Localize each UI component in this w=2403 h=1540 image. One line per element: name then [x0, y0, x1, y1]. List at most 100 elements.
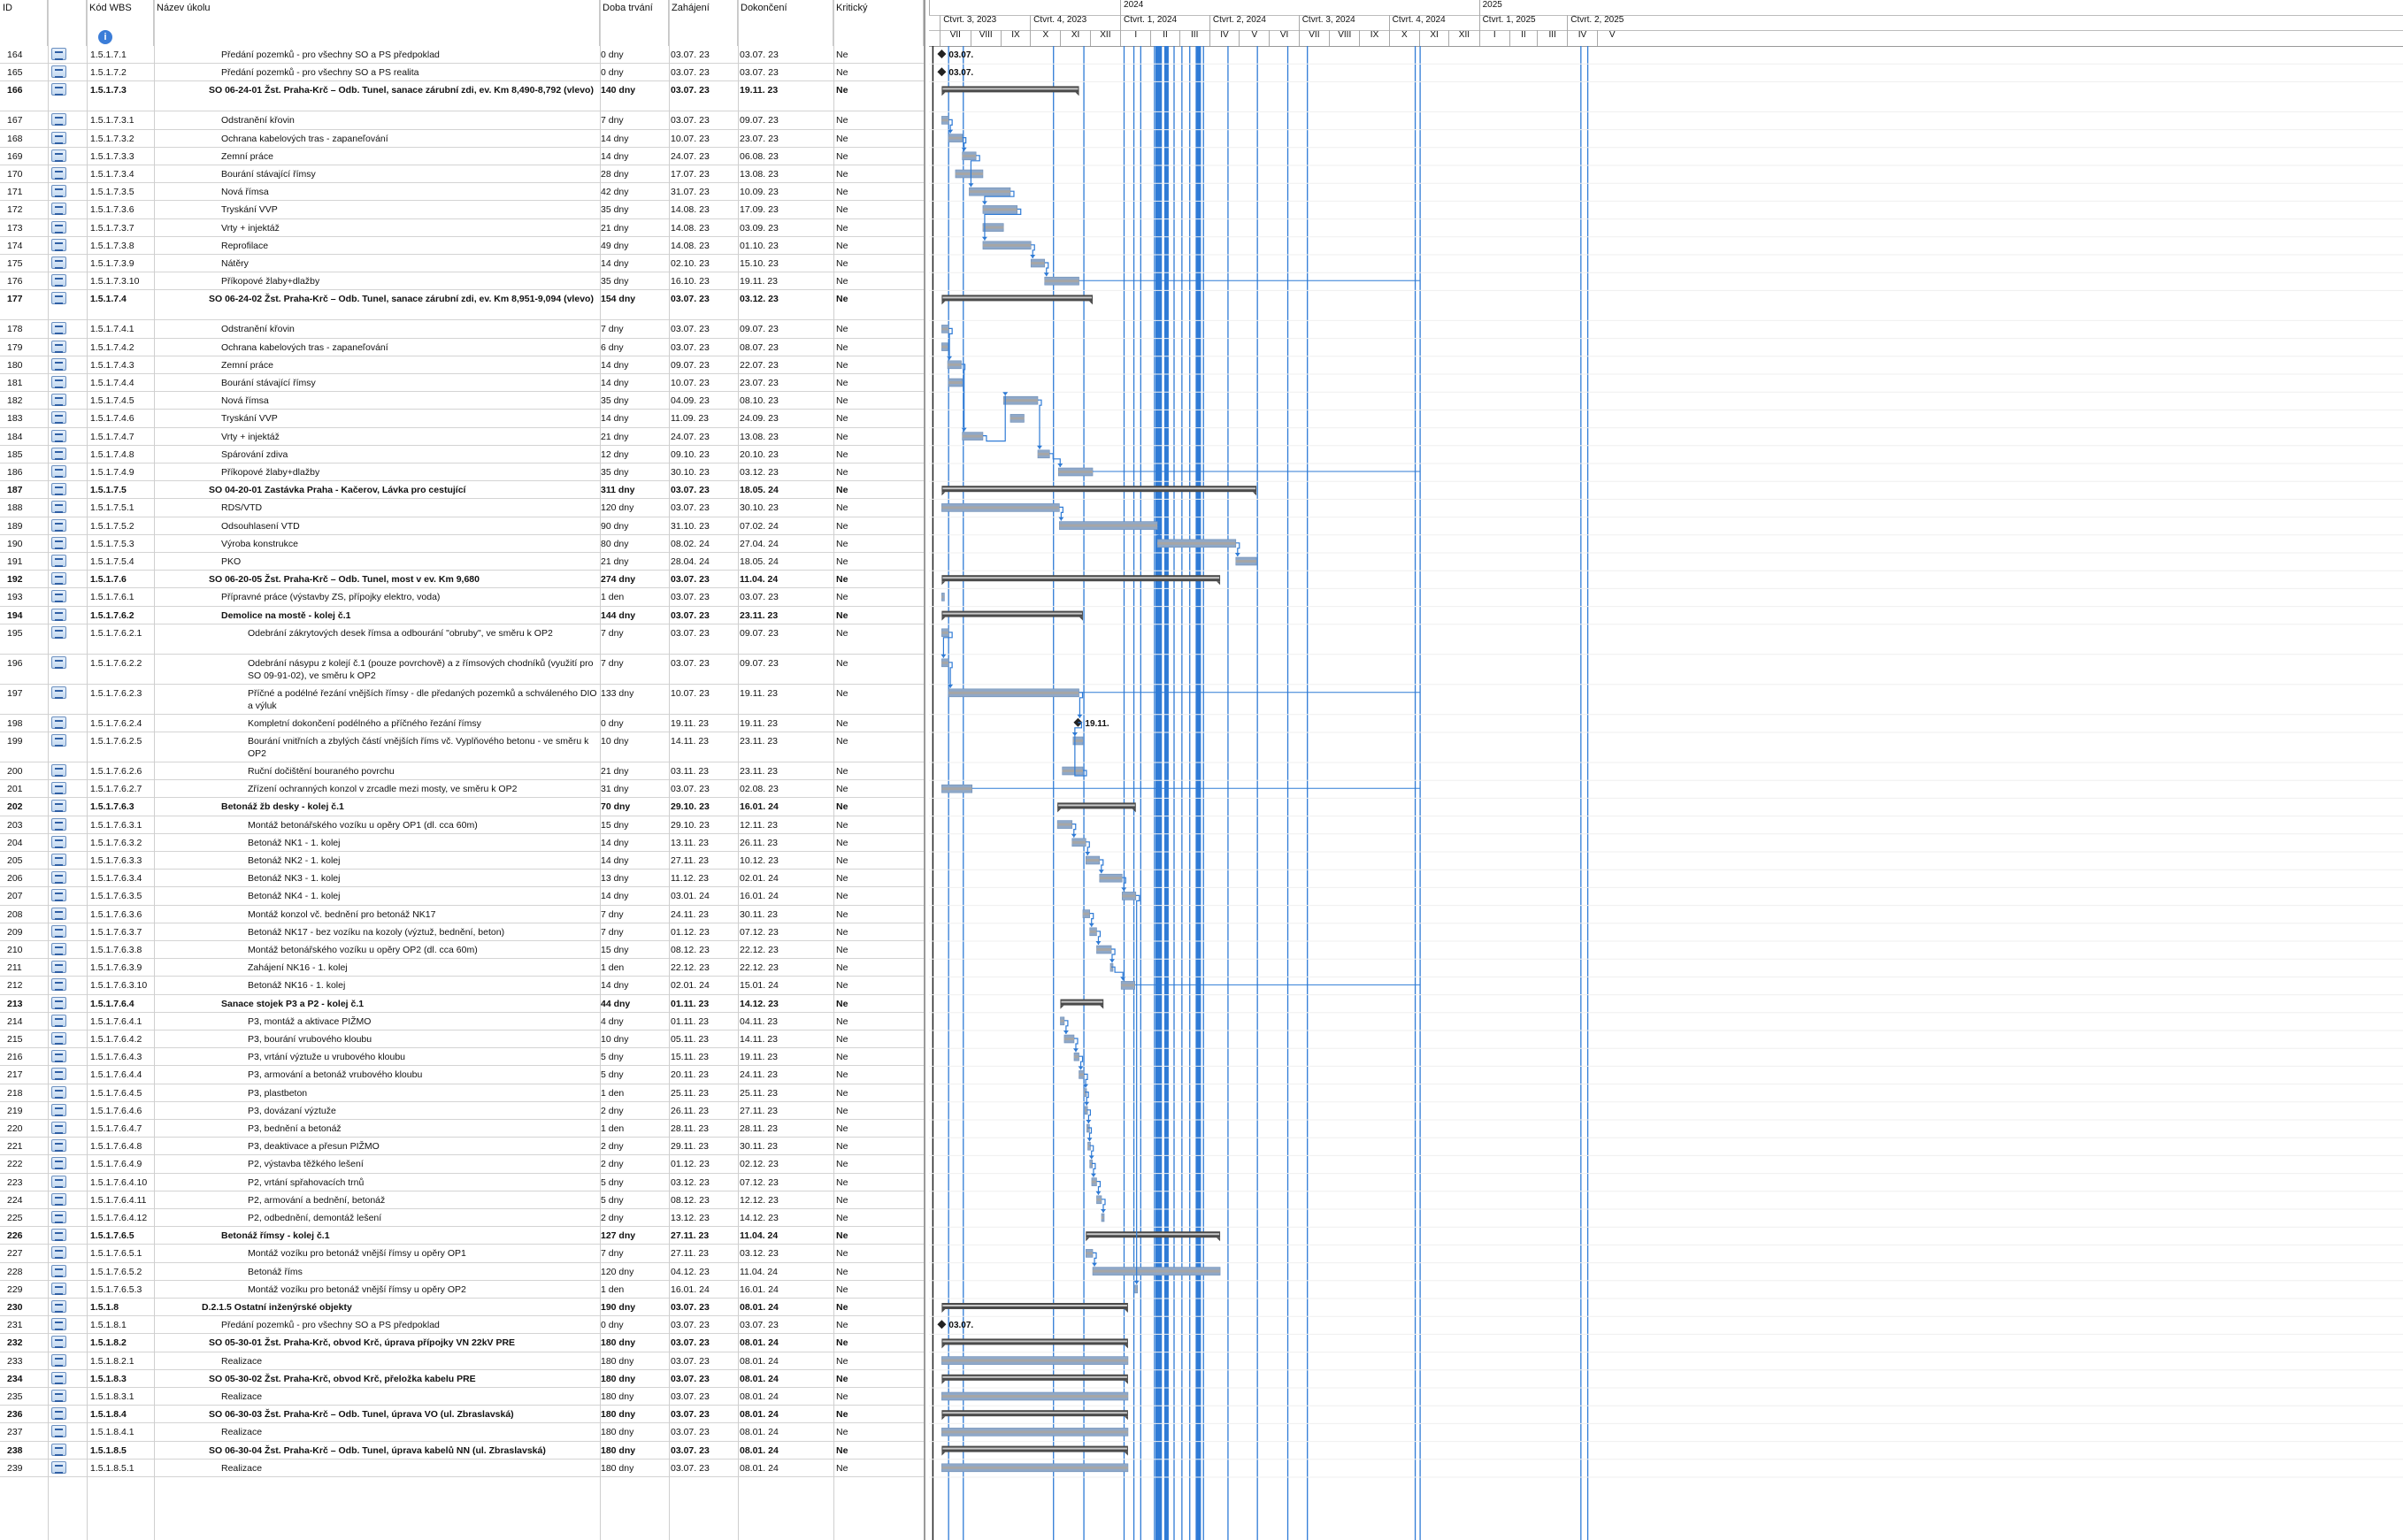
task-start[interactable]: 14.08. 23 [671, 222, 737, 234]
column-header-start[interactable]: Zahájení [669, 0, 738, 46]
task-name[interactable]: SO 06-30-03 Žst. Praha-Krč – Odb. Tunel,… [209, 1408, 598, 1421]
task-name[interactable]: Vrty + injektáž [221, 431, 598, 443]
task-duration[interactable]: 14 dny [601, 412, 663, 425]
task-duration[interactable]: 0 dny [601, 717, 663, 730]
task-start[interactable]: 03.07. 23 [671, 1337, 737, 1349]
task-name[interactable]: P2, odbednění, demontáž lešení [248, 1212, 598, 1224]
task-start[interactable]: 01.11. 23 [671, 1015, 737, 1028]
task-notes-icon[interactable] [51, 292, 81, 305]
task-duration[interactable]: 14 dny [601, 837, 663, 849]
task-name[interactable]: D.2.1.5 Ostatní inženýrské objekty [202, 1301, 598, 1314]
task-name[interactable]: Spárování zdiva [221, 448, 598, 461]
table-row[interactable]: 179 1.5.1.7.4.2 Ochrana kabelových tras - … [0, 338, 924, 356]
task-finish[interactable]: 27.04. 24 [740, 538, 819, 550]
table-row[interactable]: 166 1.5.1.7.3 SO 06-24-01 Žst. Praha-Krč –… [0, 81, 924, 112]
task-duration[interactable]: 1 den [601, 1122, 663, 1135]
task-notes-icon[interactable] [51, 907, 81, 920]
task-name[interactable]: Betonáž NK16 - 1. kolej [248, 979, 598, 992]
task-duration[interactable]: 0 dny [601, 49, 663, 61]
task-finish[interactable]: 30.10. 23 [740, 502, 819, 514]
task-start[interactable]: 24.11. 23 [671, 908, 737, 921]
table-row[interactable]: 184 1.5.1.7.4.7 Vrty + injektáž 21 dny 24.07… [0, 427, 924, 446]
task-finish[interactable]: 23.11. 23 [740, 765, 819, 778]
task-start[interactable]: 01.11. 23 [671, 998, 737, 1010]
task-name[interactable]: Montáž konzol vč. bednění pro betonáž NK… [248, 908, 598, 921]
task-name[interactable]: Betonáž NK4 - 1. kolej [248, 890, 598, 902]
table-row[interactable]: 230 1.5.1.8 D.2.1.5 Ostatní inženýrské obj… [0, 1299, 924, 1317]
task-duration[interactable]: 190 dny [601, 1301, 663, 1314]
task-duration[interactable]: 127 dny [601, 1230, 663, 1242]
task-finish[interactable]: 30.11. 23 [740, 1140, 819, 1153]
task-name[interactable]: Předání pozemků - pro všechny SO a PS př… [221, 1319, 598, 1331]
table-row[interactable]: 172 1.5.1.7.3.6 Tryskání VVP 35 dny 14.08. 2… [0, 201, 924, 219]
task-duration[interactable]: 12 dny [601, 448, 663, 461]
task-duration[interactable]: 133 dny [601, 687, 663, 700]
table-row[interactable]: 164 1.5.1.7.1 Předání pozemků - pro všechn… [0, 46, 924, 65]
task-duration[interactable]: 7 dny [601, 1247, 663, 1260]
task-duration[interactable]: 14 dny [601, 359, 663, 372]
task-finish[interactable]: 25.11. 23 [740, 1087, 819, 1099]
task-finish[interactable]: 14.12. 23 [740, 998, 819, 1010]
table-row[interactable]: 198 1.5.1.7.6.2.4 Kompletní dokončení podé… [0, 714, 924, 732]
task-duration[interactable]: 14 dny [601, 133, 663, 145]
task-finish[interactable]: 12.12. 23 [740, 1194, 819, 1207]
task-start[interactable]: 26.11. 23 [671, 1105, 737, 1117]
task-name[interactable]: PKO [221, 555, 598, 568]
task-start[interactable]: 28.04. 24 [671, 555, 737, 568]
task-name[interactable]: Montáž betonářského vozíku u opěry OP1 (… [248, 819, 598, 831]
task-start[interactable]: 31.10. 23 [671, 520, 737, 532]
task-finish[interactable]: 09.07. 23 [740, 657, 819, 670]
task-name[interactable]: Tryskání VVP [221, 203, 598, 216]
table-row[interactable]: 213 1.5.1.7.6.4 Sanace stojek P3 a P2 - ko… [0, 994, 924, 1013]
task-notes-icon[interactable] [51, 1192, 81, 1206]
task-duration[interactable]: 49 dny [601, 240, 663, 252]
task-duration[interactable]: 10 dny [601, 735, 663, 747]
task-duration[interactable]: 42 dny [601, 186, 663, 198]
table-row[interactable]: 218 1.5.1.7.6.4.5 P3, plastbeton 1 den 25.11… [0, 1084, 924, 1102]
task-finish[interactable]: 17.09. 23 [740, 203, 819, 216]
task-start[interactable]: 13.11. 23 [671, 837, 737, 849]
task-notes-icon[interactable] [51, 167, 81, 180]
task-name[interactable]: Odebrání násypu z kolejí č.1 (pouze povr… [248, 657, 598, 682]
task-start[interactable]: 27.11. 23 [671, 1230, 737, 1242]
task-finish[interactable]: 04.11. 23 [740, 1015, 819, 1028]
task-notes-icon[interactable] [51, 555, 81, 567]
table-row[interactable]: 190 1.5.1.7.5.3 Výroba konstrukce 80 dny 08.… [0, 534, 924, 553]
task-notes-icon[interactable] [51, 572, 81, 586]
task-finish[interactable]: 08.01. 24 [740, 1426, 819, 1438]
table-row[interactable]: 194 1.5.1.7.6.2 Demolice na mostě - kolej … [0, 606, 924, 624]
table-row[interactable]: 238 1.5.1.8.5 SO 06-30-04 Žst. Praha-Krč –… [0, 1441, 924, 1460]
task-notes-icon[interactable] [51, 924, 81, 938]
task-duration[interactable]: 35 dny [601, 466, 663, 479]
task-notes-icon[interactable] [51, 1336, 81, 1349]
task-notes-icon[interactable] [51, 1175, 81, 1188]
task-duration[interactable]: 44 dny [601, 998, 663, 1010]
table-row[interactable]: 223 1.5.1.7.6.4.10 P2, vrtání spřahovacích… [0, 1173, 924, 1191]
task-duration[interactable]: 180 dny [601, 1462, 663, 1475]
column-header-finish[interactable]: Dokončení [738, 0, 833, 46]
task-duration[interactable]: 21 dny [601, 431, 663, 443]
task-notes-icon[interactable] [51, 274, 81, 287]
task-finish[interactable]: 08.01. 24 [740, 1301, 819, 1314]
task-notes-icon[interactable] [51, 734, 81, 747]
task-finish[interactable]: 24.09. 23 [740, 412, 819, 425]
task-duration[interactable]: 7 dny [601, 323, 663, 335]
task-name[interactable]: Montáž vozíku pro betonáž vnější římsy u… [248, 1283, 598, 1296]
task-finish[interactable]: 03.12. 23 [740, 1247, 819, 1260]
task-notes-icon[interactable] [51, 1246, 81, 1260]
task-start[interactable]: 02.01. 24 [671, 979, 737, 992]
task-start[interactable]: 11.09. 23 [671, 412, 737, 425]
task-notes-icon[interactable] [51, 1122, 81, 1134]
task-start[interactable]: 15.11. 23 [671, 1051, 737, 1063]
task-duration[interactable]: 14 dny [601, 890, 663, 902]
table-row[interactable]: 201 1.5.1.7.6.2.7 Zřízení ochranných konzo… [0, 780, 924, 799]
table-row[interactable]: 186 1.5.1.7.4.9 Příkopové žlaby+dlažby 35 d… [0, 464, 924, 482]
task-start[interactable]: 24.07. 23 [671, 150, 737, 163]
task-duration[interactable]: 14 dny [601, 979, 663, 992]
task-name[interactable]: Předání pozemků - pro všechny SO a PS př… [221, 49, 598, 61]
task-notes-icon[interactable] [51, 943, 81, 955]
task-start[interactable]: 14.08. 23 [671, 240, 737, 252]
task-duration[interactable]: 0 dny [601, 66, 663, 79]
task-finish[interactable]: 10.12. 23 [740, 854, 819, 867]
task-notes-icon[interactable] [51, 835, 81, 848]
